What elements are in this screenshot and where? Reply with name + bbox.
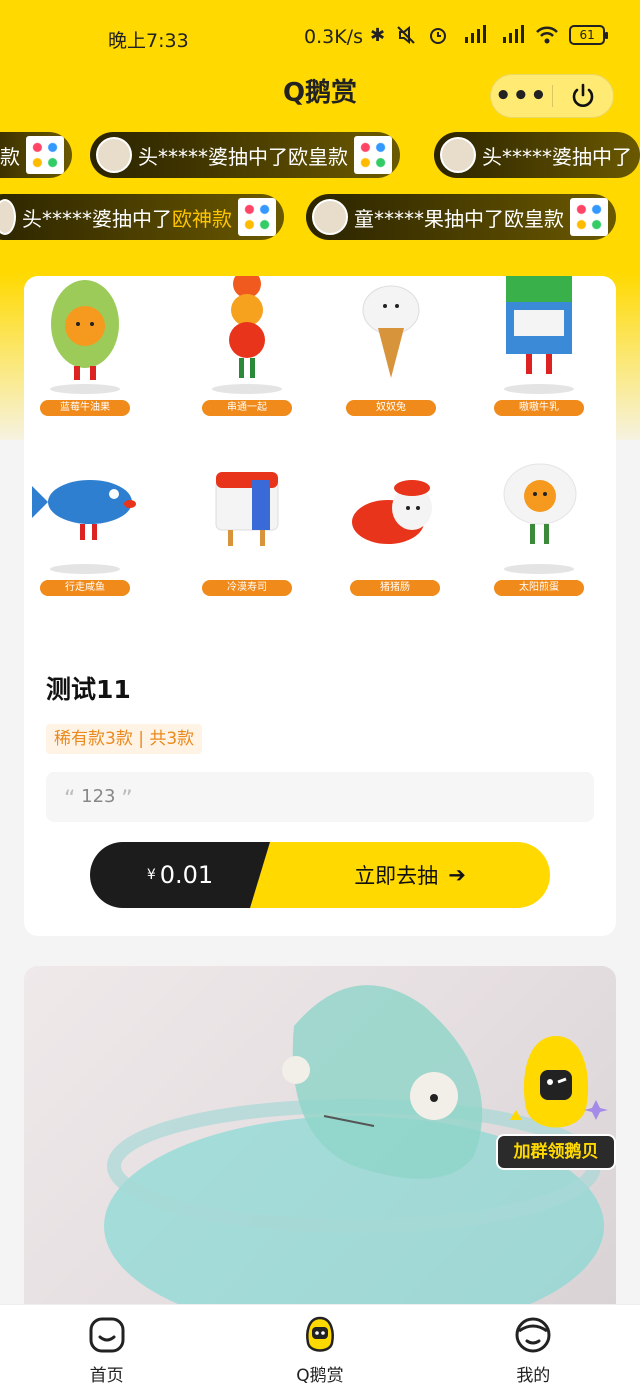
figure-item: 行走咸鱼 <box>30 446 140 596</box>
bluetooth-icon: ✱ <box>370 24 386 46</box>
winner-pill: 童*****果 抽中了 欧皇款 <box>306 194 616 240</box>
figure-name-tag: 嗷嗷牛乳 <box>494 400 584 416</box>
join-group-label: 加群领鹅贝 <box>496 1134 616 1170</box>
join-group-floating-button[interactable]: 加群领鹅贝 <box>496 1030 616 1170</box>
figure-name-tag: 猪猪肠 <box>350 580 440 596</box>
winner-text: 抽中了 <box>444 206 504 231</box>
profile-face-icon <box>515 1317 551 1353</box>
close-button[interactable] <box>552 81 613 111</box>
winner-pill: 头*****婆 抽中了 <box>434 132 640 178</box>
figure-item: 冷漠寿司 <box>192 446 302 596</box>
status-time: 晚上7:33 <box>108 30 189 52</box>
rarity-badge: 稀有款3款 | 共3款 <box>46 724 203 754</box>
figure-name-tag: 奴奴兔 <box>346 400 436 416</box>
figure-name-tag: 冷漠寿司 <box>202 580 292 596</box>
fish-figure-icon <box>32 480 136 540</box>
avatar <box>0 199 16 235</box>
winner-pill: 头*****婆 抽中了 欧神款 <box>0 194 284 240</box>
rabbit-icecream-figure-icon <box>362 285 420 378</box>
figure-stand <box>50 384 120 394</box>
winner-text: 抽中了 <box>228 144 288 169</box>
tab-profile-label: 我的 <box>516 1366 551 1386</box>
tab-home-label: 首页 <box>89 1366 124 1386</box>
tab-qeshang-label: Q鹅赏 <box>296 1366 344 1386</box>
series-description: “ 123 ” <box>46 772 594 822</box>
penguin-icon <box>306 1316 334 1352</box>
figure-item: 猪猪肠 <box>340 446 450 596</box>
power-icon <box>572 83 594 107</box>
mute-icon <box>397 25 415 45</box>
quote-close-icon: ” <box>121 787 133 812</box>
winner-user: 头*****婆 <box>22 206 112 231</box>
quote-open-icon: “ <box>64 787 76 812</box>
status-bar: 晚上7:33 0.3K/s ✱ 61 <box>0 0 640 72</box>
winner-pill: 款 <box>0 132 72 178</box>
avatar <box>96 137 132 173</box>
more-button[interactable]: ••• <box>491 83 552 109</box>
price-section: ¥ 0.01 <box>90 842 270 908</box>
prize-thumbnail <box>354 136 392 174</box>
prize-thumbnail <box>26 136 64 174</box>
price-value: 0.01 <box>159 861 214 889</box>
draw-button[interactable]: ¥ 0.01 立即去抽 ➔ <box>90 842 550 908</box>
milk-carton-figure-icon <box>506 276 572 374</box>
winner-prize: 欧皇款 <box>504 206 564 231</box>
draw-now-label: 立即去抽 <box>354 864 439 888</box>
draw-now-button[interactable]: 立即去抽 ➔ <box>250 842 550 908</box>
prize-thumbnail <box>238 198 276 236</box>
price-currency: ¥ <box>146 867 156 883</box>
bottom-tab-bar: 首页 Q鹅赏 我的 <box>0 1304 640 1392</box>
series-title: 测试11 <box>46 675 131 704</box>
figure-name-tag: 蓝莓牛油果 <box>40 400 130 416</box>
winner-user: 头*****婆 <box>482 144 572 169</box>
tab-home[interactable]: 首页 <box>0 1305 213 1392</box>
figure-stand <box>504 384 574 394</box>
figure-item: 串通一起 <box>192 276 302 416</box>
winner-user: 头*****婆 <box>138 144 228 169</box>
home-face-icon <box>89 1317 125 1353</box>
signal-hd-icon <box>465 25 487 43</box>
winner-prize: 欧神款 <box>172 206 232 231</box>
winner-prize: 欧皇款 <box>288 144 348 169</box>
fried-egg-figure-icon <box>503 463 577 544</box>
tab-profile[interactable]: 我的 <box>427 1305 640 1392</box>
winner-text: 抽中了 <box>572 144 632 169</box>
sushi-figure-icon <box>215 472 279 546</box>
sausage-figure-icon <box>352 480 432 544</box>
mascot-icon <box>510 1036 608 1128</box>
winners-marquee-row-1: 款 头*****婆 抽中了 欧皇款 头*****婆 抽中了 <box>0 132 640 178</box>
figure-item: 嗷嗷牛乳 <box>484 276 594 416</box>
winner-user: 童*****果 <box>354 206 444 231</box>
figure-item: 蓝莓牛油果 <box>30 276 140 416</box>
arrow-right-icon: ➔ <box>448 863 466 887</box>
figure-name-tag: 行走咸鱼 <box>40 580 130 596</box>
prize-thumbnail <box>570 198 608 236</box>
battery-icon: 61 <box>569 25 609 45</box>
figure-name-tag: 太阳煎蛋 <box>494 580 584 596</box>
avatar <box>440 137 476 173</box>
figure-stand <box>504 564 574 574</box>
winner-text-tail: 款 <box>0 144 20 169</box>
series-card[interactable]: 蓝莓牛油果 串通一起 奴奴兔 嗷嗷牛乳 行走咸鱼 冷漠寿司 猪猪肠 太阳煎蛋 测… <box>24 276 616 936</box>
figure-item: 太阳煎蛋 <box>484 446 594 596</box>
tab-qeshang[interactable]: Q鹅赏 <box>213 1305 426 1392</box>
winners-marquee-row-2: 头*****婆 抽中了 欧神款 童*****果 抽中了 欧皇款 <box>0 194 640 240</box>
avatar <box>312 199 348 235</box>
skewer-figure-icon <box>229 276 265 378</box>
figure-stand <box>50 564 120 574</box>
wifi-icon <box>536 26 558 44</box>
status-net-speed: 0.3K/s <box>304 26 363 48</box>
figure-stand <box>212 384 282 394</box>
avocado-figure-icon <box>51 280 119 380</box>
miniprogram-capsule: ••• <box>490 74 614 118</box>
winner-pill: 头*****婆 抽中了 欧皇款 <box>90 132 400 178</box>
alarm-icon <box>430 28 447 44</box>
series-description-text: 123 <box>81 786 116 807</box>
figure-name-tag: 串通一起 <box>202 400 292 416</box>
status-icons: ✱ 61 <box>370 24 609 46</box>
signal-hd-icon <box>503 25 525 43</box>
figure-item: 奴奴兔 <box>336 276 446 416</box>
winner-text: 抽中了 <box>112 206 172 231</box>
